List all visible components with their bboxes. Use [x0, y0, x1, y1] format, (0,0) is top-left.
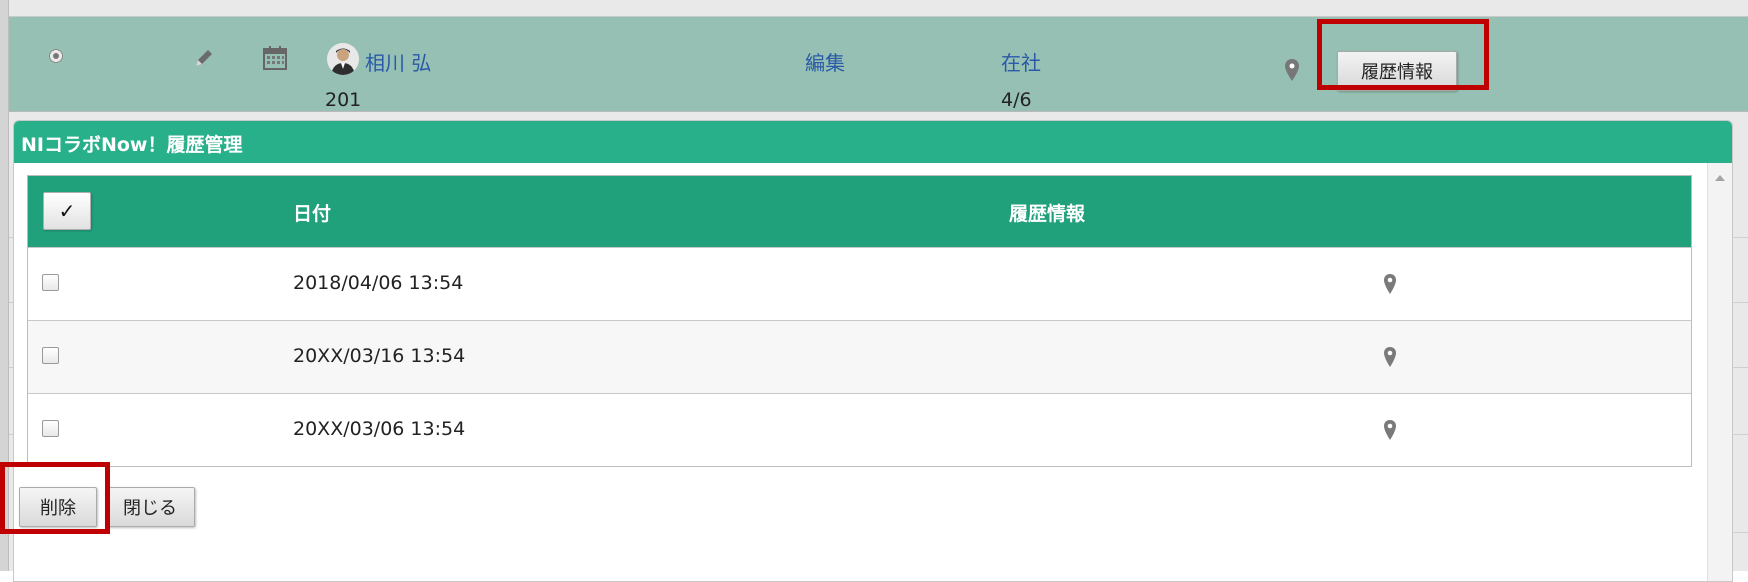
list-row-previous — [9, 0, 1748, 17]
table-row: 20XX/03/06 13:54 — [28, 393, 1691, 466]
history-dialog: NIコラボNow！履歴管理 ✓ 日付 履歴情報 2018/04/06 13:54… — [13, 120, 1733, 582]
user-number: 201 — [325, 89, 362, 111]
dialog-header[interactable]: NIコラボNow！履歴管理 — [14, 121, 1732, 163]
highlight-box-delete-button — [0, 462, 110, 534]
table-header: ✓ 日付 履歴情報 — [28, 176, 1691, 247]
avatar — [327, 43, 359, 75]
table-row: 20XX/03/16 13:54 — [28, 320, 1691, 393]
dialog-title: NIコラボNow！履歴管理 — [21, 134, 243, 156]
row-checkbox[interactable] — [42, 274, 59, 291]
row-date: 20XX/03/06 13:54 — [293, 418, 466, 440]
history-table: ✓ 日付 履歴情報 2018/04/06 13:54 20XX/03/16 13… — [27, 175, 1692, 467]
row-date: 2018/04/06 13:54 — [293, 272, 464, 294]
dialog-scrollbar[interactable] — [1707, 163, 1732, 581]
scroll-up-arrow-icon[interactable] — [1715, 175, 1725, 181]
row-date: 20XX/03/16 13:54 — [293, 345, 466, 367]
map-pin-icon[interactable] — [1383, 273, 1397, 295]
radio-icon[interactable] — [49, 49, 63, 63]
highlight-box-history-button — [1317, 19, 1489, 90]
status-link[interactable]: 在社 — [1001, 47, 1041, 76]
row-checkbox[interactable] — [42, 420, 59, 437]
map-pin-icon[interactable] — [1284, 58, 1300, 82]
column-header-date: 日付 — [293, 203, 332, 225]
pencil-icon[interactable] — [193, 47, 215, 69]
calendar-icon[interactable] — [262, 45, 288, 71]
edit-link[interactable]: 編集 — [805, 47, 845, 76]
map-pin-icon[interactable] — [1383, 419, 1397, 441]
table-row: 2018/04/06 13:54 — [28, 247, 1691, 320]
column-header-history-info: 履歴情報 — [1009, 203, 1086, 225]
user-name-link[interactable]: 相川 弘 — [365, 47, 431, 76]
map-pin-icon[interactable] — [1383, 346, 1397, 368]
close-button[interactable]: 閉じる — [105, 487, 195, 527]
select-all-button[interactable]: ✓ — [43, 192, 91, 230]
row-checkbox[interactable] — [42, 347, 59, 364]
ratio-text: 4/6 — [1001, 89, 1032, 111]
